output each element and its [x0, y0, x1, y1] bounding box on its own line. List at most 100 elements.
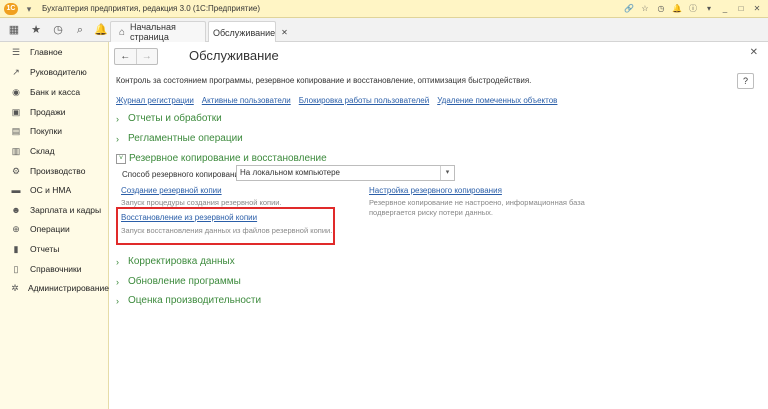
sidebar-item-label: ОС и НМА [30, 185, 72, 195]
backup-settings-note-1: Резервное копирование не настроено, инфо… [369, 198, 585, 207]
sidebar-item-sales[interactable]: ▣ Продажи [0, 103, 109, 121]
dropdown-icon[interactable]: ▾ [702, 2, 716, 16]
chevron-down-icon: ˅ [116, 153, 126, 164]
chevron-right-icon: › [116, 256, 119, 267]
link-icon[interactable]: 🔗 [622, 2, 636, 16]
back-arrow-icon[interactable]: ← [115, 49, 136, 64]
backup-method-select[interactable]: На локальном компьютере ▾ [236, 165, 455, 181]
info-icon[interactable]: ⓘ [686, 2, 700, 16]
section-performance[interactable]: › Оценка производительности [116, 295, 261, 306]
section-label: Оценка производительности [128, 295, 262, 306]
sidebar-item-label: Отчеты [30, 244, 60, 254]
favorites-star-icon[interactable]: ★ [28, 22, 44, 38]
close-icon[interactable]: ✕ [750, 2, 764, 16]
sidebar-item-administration[interactable]: ✲ Администрирование [0, 279, 109, 297]
menu-arrow-icon[interactable]: ▾ [22, 2, 36, 16]
sidebar-item-main[interactable]: ☰ Главное [0, 43, 109, 61]
sidebar: ☰ Главное ↗ Руководителю ◉ Банк и касса … [0, 42, 109, 409]
reports-icon: ▮ [13, 243, 19, 254]
section-reports[interactable]: › Отчеты и обработки [116, 113, 222, 124]
app-logo: 1С [4, 2, 18, 15]
create-backup-link[interactable]: Создание резервной копии [121, 186, 222, 195]
window-title: Бухгалтерия предприятия, редакция 3.0 (1… [42, 4, 261, 13]
page-title: Обслуживание [189, 48, 279, 63]
menu-icon: ☰ [11, 46, 21, 57]
sidebar-item-label: Банк и касса [30, 87, 81, 97]
quick-links: Журнал регистрации Активные пользователи… [116, 96, 565, 105]
sidebar-item-fixed-assets[interactable]: ▬ ОС и НМА [0, 181, 109, 199]
sidebar-item-salary[interactable]: ☻ Зарплата и кадры [0, 201, 109, 219]
tab-maintenance[interactable]: Обслуживание ✕ [208, 21, 288, 43]
backup-settings-link[interactable]: Настройка резервного копирования [369, 186, 502, 195]
section-backup[interactable]: ˅ Резервное копирование и восстановление [116, 153, 327, 164]
chevron-right-icon: › [116, 295, 119, 306]
chevron-right-icon: › [116, 133, 119, 144]
bell-icon[interactable]: 🔔 [670, 2, 684, 16]
section-scheduled[interactable]: › Регламентные операции [116, 133, 243, 144]
sidebar-item-label: Зарплата и кадры [30, 205, 102, 215]
chevron-right-icon: › [116, 276, 119, 287]
form-close-icon[interactable]: ✕ [750, 47, 758, 58]
sidebar-item-warehouse[interactable]: ▥ Склад [0, 142, 109, 160]
link-active-users[interactable]: Активные пользователи [202, 96, 291, 105]
sidebar-item-label: Администрирование [27, 283, 109, 293]
link-delete-marked[interactable]: Удаление помеченных объектов [437, 96, 557, 105]
tab-home-label: Начальная страница [130, 22, 176, 42]
restore-backup-link[interactable]: Восстановление из резервной копии [121, 213, 257, 222]
sidebar-item-label: Руководителю [30, 67, 87, 77]
sidebar-item-purchases[interactable]: ▤ Покупки [0, 122, 109, 140]
section-update[interactable]: › Обновление программы [116, 276, 241, 287]
restore-backup-note: Запуск восстановления данных из файлов р… [121, 226, 333, 235]
window-controls: 🔗 ☆ ◷ 🔔 ⓘ ▾ _ □ ✕ [620, 2, 764, 16]
book-icon: ▯ [13, 263, 19, 274]
backup-method-value: На локальном компьютере [240, 168, 340, 177]
home-icon: ⌂ [119, 26, 126, 38]
chevron-down-icon[interactable]: ▾ [440, 166, 454, 180]
history-nav: ← → [114, 48, 158, 65]
sidebar-item-manager[interactable]: ↗ Руководителю [0, 63, 109, 81]
sidebar-item-reports[interactable]: ▮ Отчеты [0, 240, 109, 258]
gear-icon: ✲ [11, 282, 19, 293]
cart-icon: ▣ [11, 106, 21, 117]
history-clock-icon[interactable]: ◷ [50, 22, 66, 38]
tab-home[interactable]: ⌂ Начальная страница [110, 21, 206, 42]
sidebar-item-label: Склад [30, 146, 55, 156]
sidebar-item-production[interactable]: ⚙ Производство [0, 162, 109, 180]
toolbar: ▦ ★ ◷ ⌕ 🔔 ⌂ Начальная страница Обслужива… [0, 18, 768, 43]
page-description: Контроль за состоянием программы, резерв… [116, 76, 532, 85]
sidebar-item-bank[interactable]: ◉ Банк и касса [0, 83, 109, 101]
factory-icon: ⚙ [11, 165, 21, 176]
chart-icon: ↗ [12, 66, 20, 77]
sidebar-item-label: Продажи [30, 107, 66, 117]
link-lock-users[interactable]: Блокировка работы пользователей [299, 96, 429, 105]
search-icon[interactable]: ⌕ [72, 22, 88, 38]
help-button[interactable]: ? [737, 73, 754, 89]
create-backup-note: Запуск процедуры создания резервной копи… [121, 198, 282, 207]
section-label: Отчеты и обработки [128, 113, 222, 124]
sidebar-item-label: Покупки [30, 126, 62, 136]
warehouse-icon: ▥ [11, 145, 21, 156]
link-event-log[interactable]: Журнал регистрации [116, 96, 194, 105]
section-label: Резервное копирование и восстановление [129, 153, 327, 164]
tab-close-icon[interactable]: ✕ [281, 28, 288, 37]
people-icon: ☻ [11, 205, 21, 215]
minimize-icon[interactable]: _ [718, 2, 732, 16]
truck-icon: ▬ [11, 185, 21, 195]
forward-arrow-icon[interactable]: → [135, 49, 158, 64]
maximize-icon[interactable]: □ [734, 2, 748, 16]
sidebar-item-directories[interactable]: ▯ Справочники [0, 260, 109, 278]
operations-icon: ⊕ [12, 223, 20, 234]
section-correction[interactable]: › Корректировка данных [116, 256, 235, 267]
section-label: Корректировка данных [128, 256, 235, 267]
sidebar-item-label: Операции [30, 224, 70, 234]
apps-grid-icon[interactable]: ▦ [6, 22, 22, 38]
sidebar-item-label: Справочники [30, 264, 82, 274]
sidebar-item-label: Главное [30, 47, 63, 57]
history-icon[interactable]: ◷ [654, 2, 668, 16]
bank-icon: ◉ [12, 86, 20, 97]
backup-settings-note-2: подвергается риску потери данных. [369, 208, 493, 217]
star-icon[interactable]: ☆ [638, 2, 652, 16]
sidebar-item-operations[interactable]: ⊕ Операции [0, 220, 109, 238]
basket-icon: ▤ [11, 125, 21, 136]
notification-bell-icon[interactable]: 🔔 [93, 22, 109, 38]
